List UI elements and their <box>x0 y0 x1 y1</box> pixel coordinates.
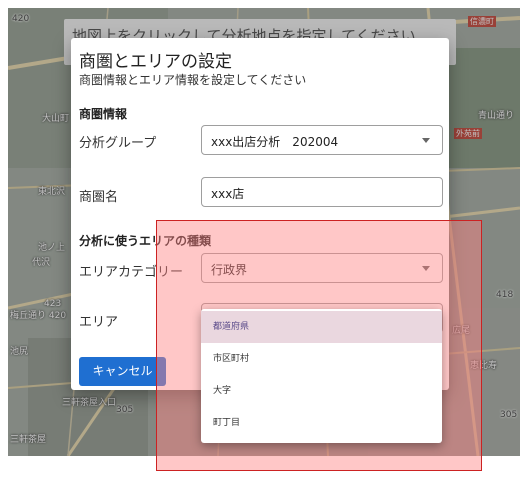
section-title-trade-area: 商圏情報 <box>79 107 128 121</box>
dialog-subtitle: 商圏情報とエリア情報を設定してください <box>79 73 307 87</box>
menu-item-municipality[interactable]: 市区町村 <box>201 343 442 375</box>
chevron-down-icon <box>422 138 430 143</box>
area-dropdown-menu: 都道府県 市区町村 大字 町丁目 <box>201 309 442 443</box>
dialog-title: 商圏とエリアの設定 <box>79 52 232 72</box>
menu-item-oaza[interactable]: 大字 <box>201 375 442 407</box>
analysis-group-select[interactable]: xxx出店分析 202004 <box>201 125 443 155</box>
menu-item-prefecture[interactable]: 都道府県 <box>201 311 442 343</box>
cancel-button[interactable]: キャンセル <box>79 357 166 386</box>
trade-area-name-value: xxx店 <box>211 187 245 201</box>
analysis-group-value: xxx出店分析 202004 <box>211 135 339 149</box>
menu-item-chome[interactable]: 町丁目 <box>201 407 442 439</box>
area-label: エリア <box>79 315 119 330</box>
trade-area-name-label: 商圏名 <box>79 190 119 205</box>
analysis-group-label: 分析グループ <box>79 136 157 151</box>
trade-area-name-input[interactable]: xxx店 <box>201 177 443 207</box>
